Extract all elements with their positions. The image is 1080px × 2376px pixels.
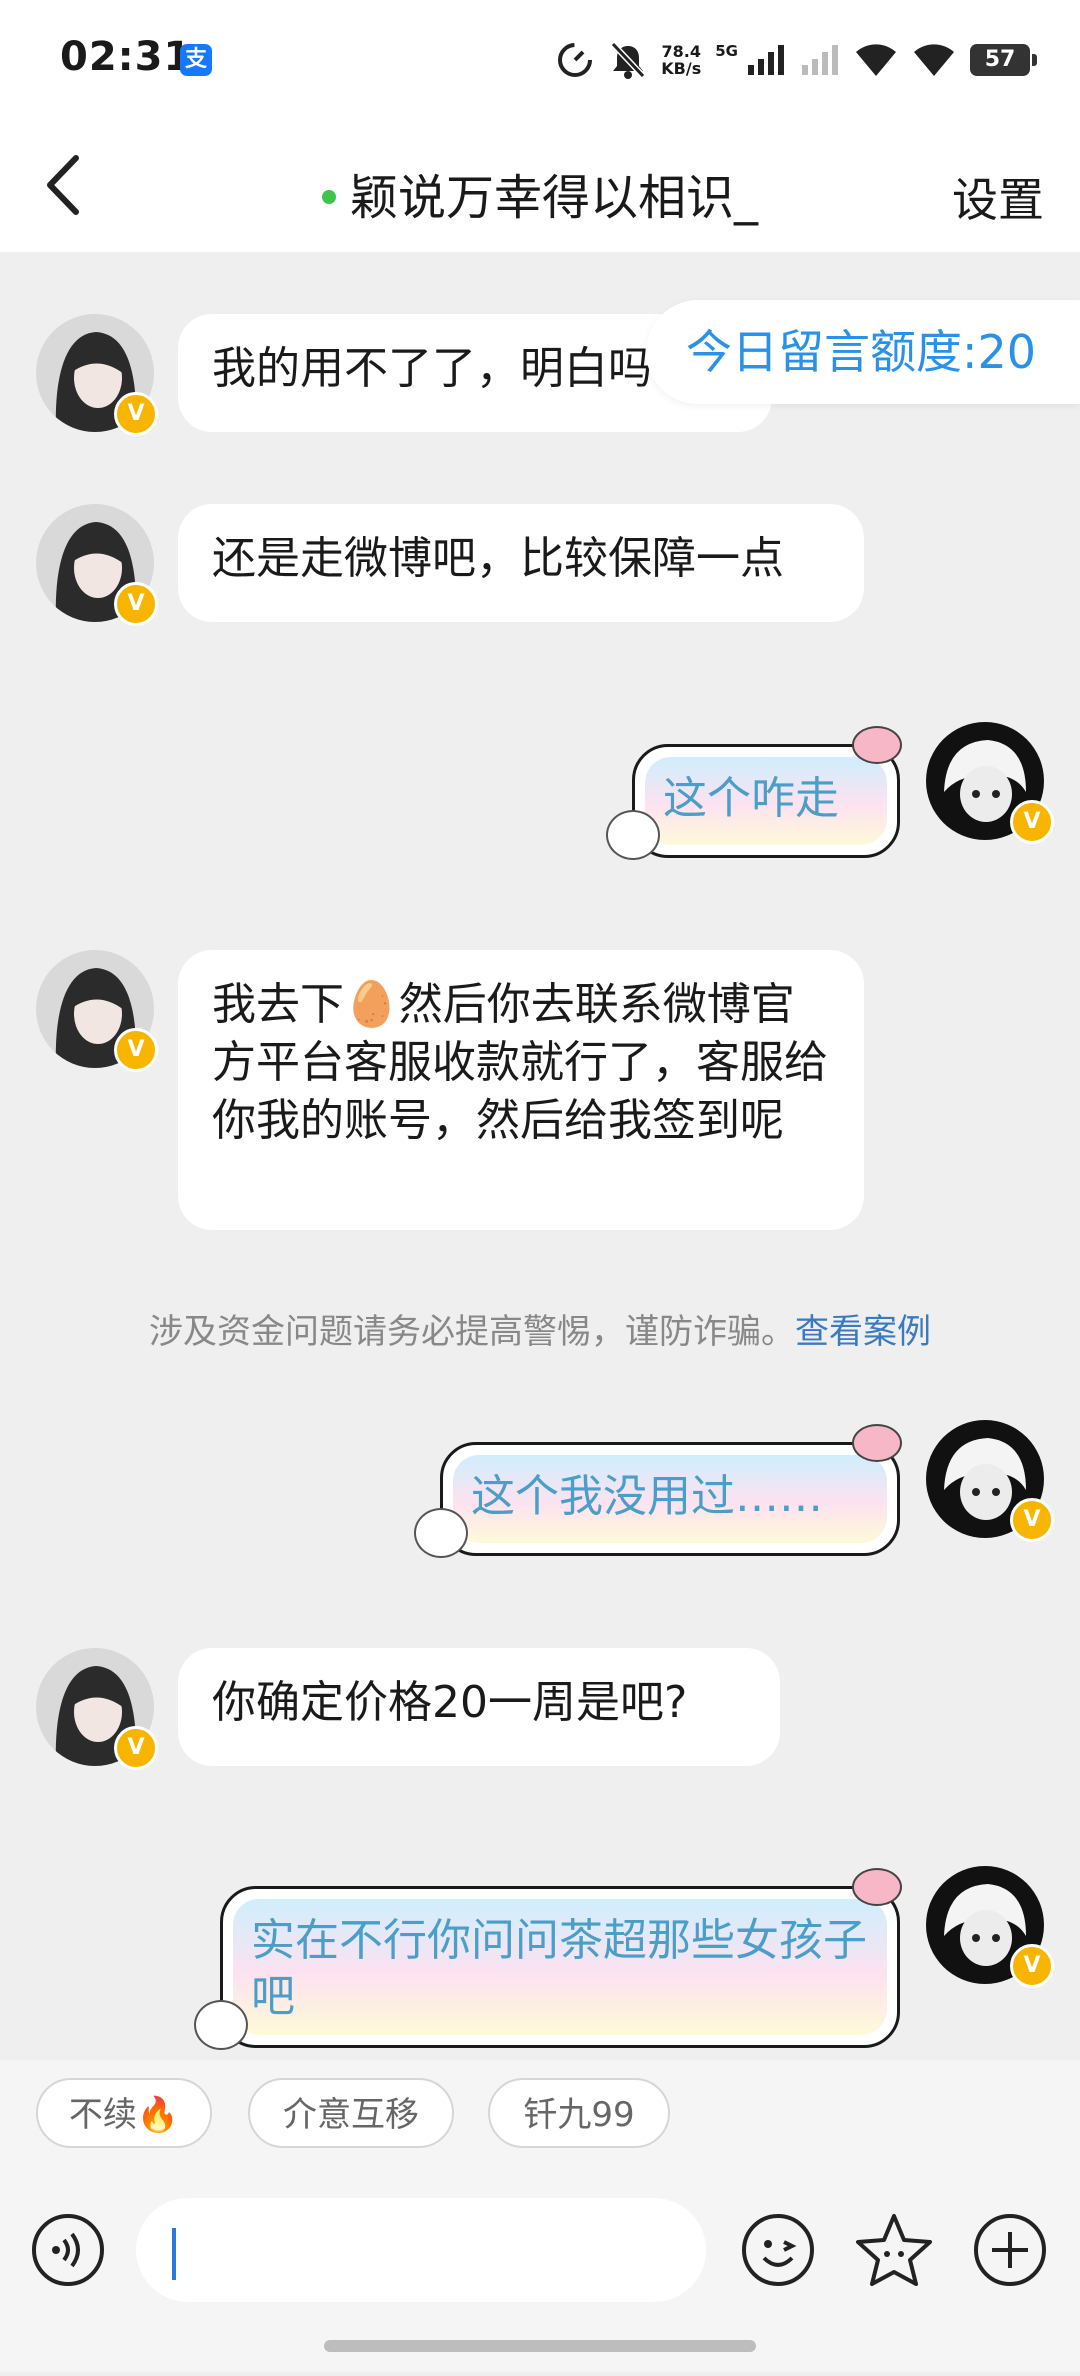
- verified-icon: V: [1010, 800, 1054, 844]
- input-row: [0, 2184, 1080, 2316]
- message-input[interactable]: [136, 2198, 706, 2302]
- verified-icon: V: [1010, 1498, 1054, 1542]
- chat-title-text: 颖说万幸得以相识_: [349, 170, 758, 226]
- online-status-dot: [321, 190, 336, 204]
- alipay-icon: 支: [180, 44, 212, 76]
- battery-indicator: 57: [970, 44, 1037, 76]
- message-bubble-right[interactable]: 这个咋走: [632, 744, 900, 858]
- network-speed: 78.4 KB/s: [661, 42, 702, 78]
- verified-icon: V: [114, 582, 158, 626]
- view-cases-link[interactable]: 查看案例: [795, 1312, 931, 1352]
- chat-title: 颖说万幸得以相识_: [0, 158, 1080, 228]
- data-saver-icon: [558, 43, 593, 77]
- pig-sticker-icon: [852, 1868, 902, 1906]
- hamster-sticker-icon: [414, 1508, 468, 1558]
- quick-reply-chip[interactable]: 钎九99: [488, 2078, 670, 2148]
- wifi-icon-2: [914, 44, 954, 76]
- message-text: 实在不行你问问茶超那些女孩子吧: [233, 1899, 887, 2035]
- message-bubble-right[interactable]: 这个我没用过……: [440, 1442, 900, 1556]
- quick-reply-chip[interactable]: 介意互移: [248, 2078, 454, 2148]
- message-text: 这个我没用过……: [453, 1455, 887, 1543]
- hamster-sticker-icon: [194, 2000, 248, 2050]
- wifi-icon: [856, 44, 896, 76]
- message-text: 这个咋走: [645, 757, 887, 845]
- fraud-warning: 涉及资金问题请务必提高警惕，谨防诈骗。查看案例: [0, 1304, 1080, 1353]
- verified-icon: V: [114, 392, 158, 436]
- quick-reply-chip[interactable]: 不续🔥: [36, 2078, 212, 2148]
- signal-icon: [748, 45, 784, 75]
- mute-bell-icon: [611, 41, 646, 79]
- hamster-sticker-icon: [606, 810, 660, 860]
- home-indicator[interactable]: [324, 2340, 756, 2352]
- pig-sticker-icon: [852, 726, 902, 764]
- settings-button[interactable]: 设置: [952, 164, 1044, 230]
- message-bubble-left[interactable]: 我去下🥚然后你去联系微博官方平台客服收款就行了，客服给你我的账号，然后给我签到呢: [178, 950, 864, 1230]
- status-time: 02:31: [60, 34, 193, 80]
- sticker-icon[interactable]: [856, 2212, 932, 2288]
- text-cursor: [172, 2228, 176, 2280]
- voice-icon[interactable]: [30, 2212, 106, 2288]
- verified-icon: V: [1010, 1944, 1054, 1988]
- message-bubble-left[interactable]: 你确定价格20一周是吧?: [178, 1648, 780, 1766]
- plus-icon[interactable]: [972, 2212, 1048, 2288]
- verified-icon: V: [114, 1028, 158, 1072]
- verified-icon: V: [114, 1726, 158, 1770]
- message-bubble-right[interactable]: 实在不行你问问茶超那些女孩子吧: [220, 1886, 900, 2048]
- chat-header: 颖说万幸得以相识_ 设置: [0, 120, 1080, 252]
- system-icons: 78.4 KB/s 5G 57: [555, 30, 1037, 90]
- message-bubble-left[interactable]: 还是走微博吧，比较保障一点: [178, 504, 864, 622]
- signal-weak-icon: [802, 45, 838, 75]
- message-quota-banner: 今日留言额度:20: [645, 300, 1080, 404]
- fraud-warning-text: 涉及资金问题请务必提高警惕，谨防诈骗。: [149, 1312, 795, 1352]
- status-bar: 02:31 支 78.4 KB/s 5G 57: [0, 0, 1080, 120]
- network-type: 5G: [715, 42, 738, 60]
- pig-sticker-icon: [852, 1424, 902, 1462]
- emoji-icon[interactable]: [740, 2212, 816, 2288]
